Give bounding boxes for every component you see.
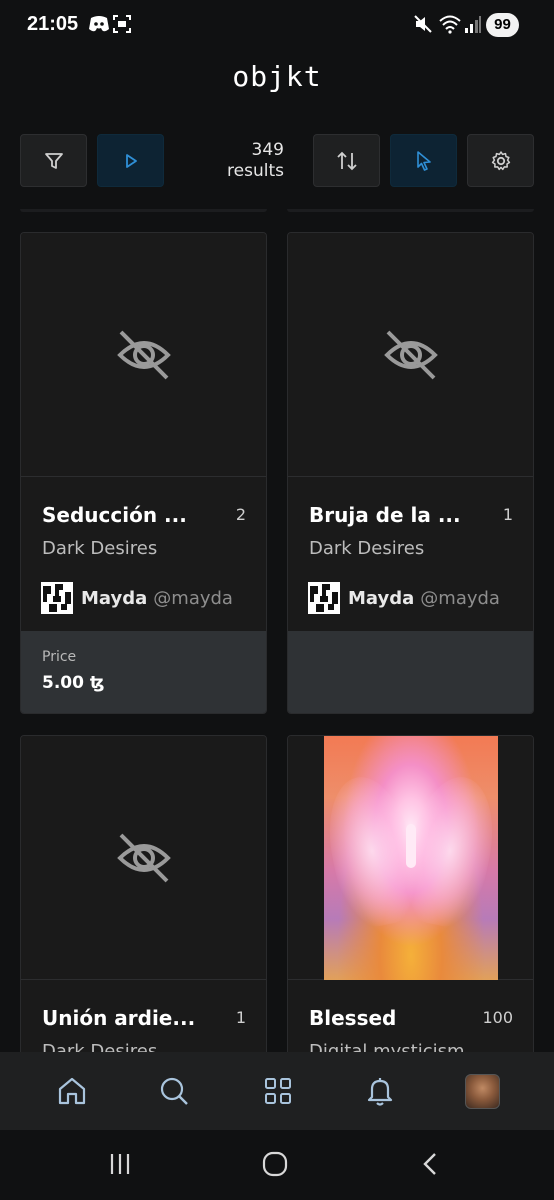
system-nav xyxy=(0,1130,554,1200)
previous-card-edge xyxy=(20,209,267,212)
sort-button[interactable] xyxy=(313,134,380,187)
price-label: Price xyxy=(42,649,77,665)
edition-count: 100 xyxy=(482,1008,513,1027)
discord-icon xyxy=(88,14,110,38)
artist-handle: @mayda xyxy=(420,587,500,609)
artist-name: Mayda xyxy=(348,587,415,609)
hidden-eye-icon xyxy=(116,833,171,882)
edition-count: 2 xyxy=(235,505,246,524)
artwork-image xyxy=(316,736,505,980)
results-label: results xyxy=(227,161,284,181)
home-system-button[interactable] xyxy=(255,1147,295,1181)
card-media xyxy=(21,233,266,477)
artwork-figure xyxy=(405,823,416,868)
back-icon xyxy=(423,1153,436,1175)
status-time: 21:05 xyxy=(27,13,79,35)
price-value: 5.00 ꜩ xyxy=(42,673,105,693)
card-footer xyxy=(288,631,533,713)
artist-link[interactable]: Mayda @mayda xyxy=(308,581,500,615)
card-media xyxy=(288,233,533,477)
nav-notifications[interactable] xyxy=(363,1074,397,1108)
card-media xyxy=(21,736,266,980)
back-button[interactable] xyxy=(411,1147,451,1181)
status-bar: 21:05 99 xyxy=(0,0,554,52)
token-card[interactable]: Blessed 100 Digital mysticism xyxy=(287,735,534,1065)
hidden-eye-icon xyxy=(116,330,171,379)
artist-handle: @mayda xyxy=(153,587,233,609)
artist-avatar xyxy=(308,582,340,614)
profile-avatar[interactable] xyxy=(465,1074,500,1109)
edition-count: 1 xyxy=(235,1008,246,1027)
card-title: Seducción ... xyxy=(42,503,187,527)
token-card[interactable]: Seducción ... 2 Dark Desires Mayda @mayd… xyxy=(20,232,267,714)
filter-icon xyxy=(44,152,63,169)
select-mode-button[interactable] xyxy=(390,134,457,187)
battery-indicator: 99 xyxy=(486,13,519,37)
app-title: objkt xyxy=(232,60,322,93)
home-icon xyxy=(58,1077,86,1105)
play-button[interactable] xyxy=(97,134,164,187)
recent-apps-button[interactable] xyxy=(100,1147,140,1181)
settings-button[interactable] xyxy=(467,134,534,187)
cursor-icon xyxy=(416,150,431,171)
nav-home[interactable] xyxy=(55,1074,89,1108)
card-footer: Price 5.00 ꜩ xyxy=(21,631,266,713)
edition-count: 1 xyxy=(502,505,513,524)
signal-icon xyxy=(464,14,482,38)
mute-icon xyxy=(413,14,433,38)
artist-avatar xyxy=(41,582,73,614)
previous-card-edge xyxy=(287,209,534,212)
screenshot-icon xyxy=(112,14,132,38)
gear-icon xyxy=(491,150,510,170)
card-title: Bruja de la ... xyxy=(309,503,461,527)
home-circle-icon xyxy=(262,1151,288,1177)
grid-icon xyxy=(265,1078,291,1104)
collection-name[interactable]: Dark Desires xyxy=(42,538,157,559)
card-media xyxy=(288,736,533,980)
nav-search[interactable] xyxy=(157,1074,191,1108)
token-card[interactable]: Bruja de la ... 1 Dark Desires Mayda @ma… xyxy=(287,232,534,714)
results-count: 349 results xyxy=(200,140,284,182)
artist-name: Mayda xyxy=(81,587,148,609)
wifi-icon xyxy=(438,14,462,38)
collection-name[interactable]: Dark Desires xyxy=(309,538,424,559)
bottom-nav xyxy=(0,1052,554,1130)
play-icon xyxy=(125,153,137,168)
recent-apps-icon xyxy=(110,1154,130,1174)
card-title: Unión ardie... xyxy=(42,1006,196,1030)
filter-button[interactable] xyxy=(20,134,87,187)
search-icon xyxy=(160,1077,188,1105)
artist-link[interactable]: Mayda @mayda xyxy=(41,581,233,615)
nav-explore[interactable] xyxy=(261,1074,295,1108)
sort-icon xyxy=(336,151,357,170)
hidden-eye-icon xyxy=(383,330,438,379)
card-title: Blessed xyxy=(309,1006,397,1030)
bell-icon xyxy=(367,1078,393,1106)
results-number: 349 xyxy=(251,140,284,160)
token-card[interactable]: Unión ardie... 1 Dark Desires xyxy=(20,735,267,1065)
